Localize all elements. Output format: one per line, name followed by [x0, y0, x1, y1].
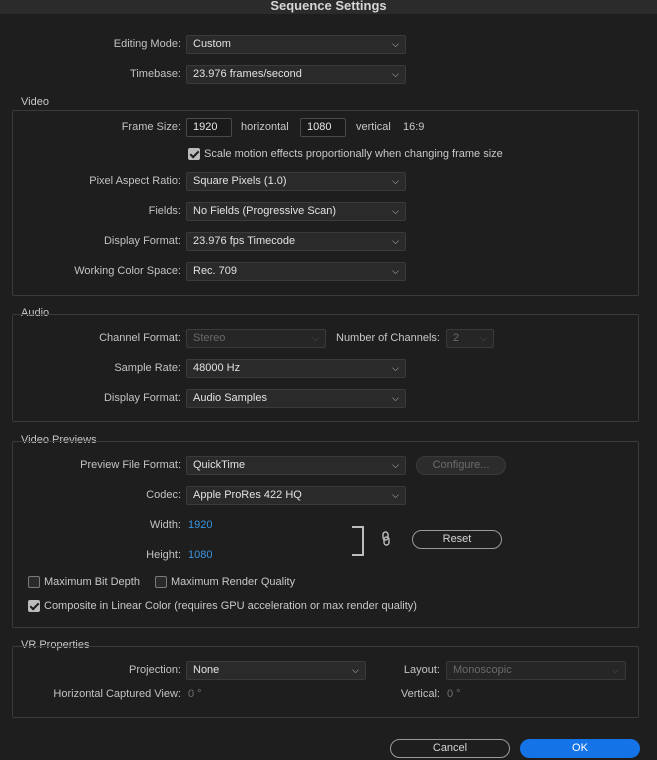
chevron-down-icon: ⌵	[392, 393, 399, 403]
chevron-down-icon: ⌵	[392, 460, 399, 470]
link-icon[interactable]	[380, 531, 392, 547]
max-bit-depth-label: Maximum Bit Depth	[44, 576, 140, 588]
sample-rate-label: Sample Rate:	[114, 362, 181, 374]
editing-mode-label: Editing Mode:	[113, 38, 181, 50]
display-format-dropdown[interactable]: 23.976 fps Timecode ⌵	[186, 232, 406, 251]
width-label: Width:	[149, 519, 181, 531]
projection-dropdown[interactable]: None ⌵	[186, 661, 366, 680]
editing-mode-dropdown[interactable]: Custom ⌵	[186, 35, 406, 54]
video-group-title: Video	[21, 96, 49, 108]
h-view-value: 0 °	[188, 688, 202, 700]
display-format-value: 23.976 fps Timecode	[193, 235, 296, 247]
frame-height-input[interactable]: 1080	[300, 118, 346, 137]
frame-size-label: Frame Size:	[121, 121, 181, 133]
pixel-aspect-label: Pixel Aspect Ratio:	[89, 175, 181, 187]
codec-value: Apple ProRes 422 HQ	[193, 489, 302, 501]
vertical-view-value: 0 °	[447, 688, 461, 700]
chevron-down-icon: ⌵	[392, 39, 399, 49]
fields-value: No Fields (Progressive Scan)	[193, 205, 337, 217]
ok-button[interactable]: OK	[520, 739, 640, 758]
codec-label: Codec:	[146, 489, 181, 501]
num-channels-dropdown: 2 ⌵	[446, 329, 494, 348]
num-channels-value: 2	[453, 332, 460, 344]
preview-format-dropdown[interactable]: QuickTime ⌵	[186, 456, 406, 475]
channel-format-value: Stereo	[193, 332, 226, 344]
codec-dropdown[interactable]: Apple ProRes 422 HQ ⌵	[186, 486, 406, 505]
chevron-down-icon: ⌵	[480, 333, 487, 343]
preview-format-value: QuickTime	[193, 459, 246, 471]
scale-motion-checkbox[interactable]	[188, 148, 200, 160]
chevron-down-icon: ⌵	[352, 665, 359, 675]
vertical-view-label: Vertical:	[400, 688, 440, 700]
chevron-down-icon: ⌵	[392, 363, 399, 373]
height-label: Height:	[146, 549, 181, 561]
frame-width-input[interactable]: 1920	[186, 118, 232, 137]
color-space-dropdown[interactable]: Rec. 709 ⌵	[186, 262, 406, 281]
sample-rate-dropdown[interactable]: 48000 Hz ⌵	[186, 359, 406, 378]
pixel-aspect-value: Square Pixels (1.0)	[193, 175, 287, 187]
timebase-label: Timebase:	[130, 68, 181, 80]
layout-label: Layout:	[403, 664, 440, 676]
max-bit-depth-checkbox[interactable]	[28, 576, 40, 588]
reset-button[interactable]: Reset	[412, 530, 502, 549]
max-render-quality-checkbox[interactable]	[155, 576, 167, 588]
linear-color-label: Composite in Linear Color (requires GPU …	[44, 600, 417, 612]
window-titlebar: Sequence Settings	[0, 0, 657, 14]
layout-value: Monoscopic	[453, 664, 512, 676]
num-channels-label: Number of Channels:	[336, 332, 440, 344]
color-space-label: Working Color Space:	[74, 265, 181, 277]
linear-color-checkbox[interactable]	[28, 600, 40, 612]
channel-format-label: Channel Format:	[99, 332, 181, 344]
cancel-button[interactable]: Cancel	[390, 739, 510, 758]
max-render-quality-label: Maximum Render Quality	[171, 576, 296, 588]
aspect-ratio-text: 16:9	[403, 121, 425, 133]
chevron-down-icon: ⌵	[392, 490, 399, 500]
vertical-label: vertical	[356, 121, 391, 133]
pixel-aspect-dropdown[interactable]: Square Pixels (1.0) ⌵	[186, 172, 406, 191]
display-format-label: Display Format:	[103, 235, 181, 247]
preview-width-value[interactable]: 1920	[188, 519, 212, 531]
projection-label: Projection:	[129, 664, 181, 676]
timebase-dropdown[interactable]: 23.976 frames/second ⌵	[186, 65, 406, 84]
chevron-down-icon: ⌵	[392, 206, 399, 216]
scale-motion-label: Scale motion effects proportionally when…	[204, 148, 503, 160]
layout-dropdown: Monoscopic ⌵	[446, 661, 626, 680]
configure-button: Configure...	[416, 456, 506, 475]
editing-mode-value: Custom	[193, 38, 231, 50]
vr-group	[12, 646, 639, 718]
chevron-down-icon: ⌵	[392, 266, 399, 276]
audio-display-format-value: Audio Samples	[193, 392, 267, 404]
timebase-value: 23.976 frames/second	[193, 68, 302, 80]
chevron-down-icon: ⌵	[392, 69, 399, 79]
preview-height-value[interactable]: 1080	[188, 549, 212, 561]
sample-rate-value: 48000 Hz	[193, 362, 241, 374]
projection-value: None	[193, 664, 220, 676]
h-view-label: Horizontal Captured View:	[53, 688, 181, 700]
fields-label: Fields:	[148, 205, 181, 217]
window-title: Sequence Settings	[270, 0, 387, 13]
audio-display-format-label: Display Format:	[103, 392, 181, 404]
fields-dropdown[interactable]: No Fields (Progressive Scan) ⌵	[186, 202, 406, 221]
chevron-down-icon: ⌵	[392, 236, 399, 246]
preview-format-label: Preview File Format:	[80, 459, 181, 471]
chevron-down-icon: ⌵	[312, 333, 319, 343]
dimension-link-bracket	[352, 526, 364, 556]
color-space-value: Rec. 709	[193, 265, 238, 277]
chevron-down-icon: ⌵	[392, 176, 399, 186]
chevron-down-icon: ⌵	[612, 665, 619, 675]
audio-display-format-dropdown[interactable]: Audio Samples ⌵	[186, 389, 406, 408]
channel-format-dropdown: Stereo ⌵	[186, 329, 326, 348]
horizontal-label: horizontal	[241, 121, 289, 133]
